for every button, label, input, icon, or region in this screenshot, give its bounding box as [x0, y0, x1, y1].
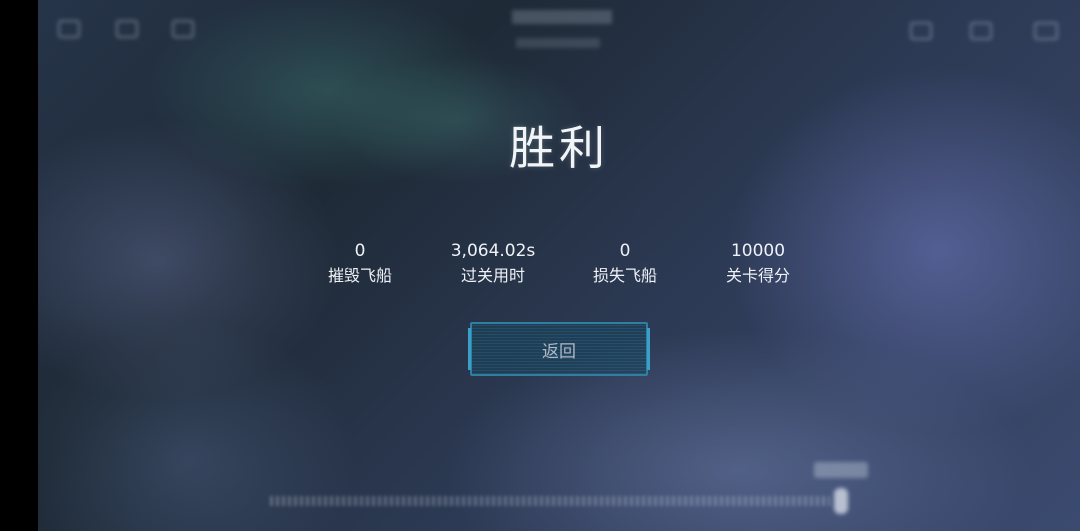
game-screen: 胜利 0 摧毁飞船 3,064.02s 过关用时 0 损失飞船 10000 关卡… [0, 0, 1080, 531]
hud-resource-icon [910, 22, 932, 40]
stat-ships-lost: 0 损失飞船 [555, 240, 695, 290]
stat-clear-time: 3,064.02s 过关用时 [423, 240, 563, 290]
hud-menu-icon [58, 20, 80, 38]
hud-speed-icon [172, 20, 194, 38]
hud-pause-icon [116, 20, 138, 38]
hud-settings-icon [970, 22, 992, 40]
slider-knob[interactable] [834, 488, 848, 514]
victory-title: 胜利 [509, 121, 609, 175]
stat-value: 10000 [730, 241, 786, 261]
hud-level-subtitle [516, 38, 600, 48]
stat-label: 摧毁飞船 [327, 266, 392, 285]
hud-chat-icon [1034, 22, 1058, 40]
stat-ships-destroyed: 0 摧毁飞船 [290, 240, 430, 290]
stat-label: 关卡得分 [725, 266, 790, 285]
stat-label: 损失飞船 [592, 266, 657, 285]
stat-value: 0 [619, 241, 631, 261]
left-black-bar [0, 0, 38, 531]
stat-label: 过关用时 [460, 266, 525, 285]
timeline-slider[interactable] [270, 496, 830, 506]
slider-tag [814, 462, 868, 478]
stat-level-score: 10000 关卡得分 [688, 240, 828, 290]
stat-value: 3,064.02s [450, 241, 536, 261]
hud-level-indicator [512, 10, 612, 24]
return-button[interactable]: 返回 [468, 322, 650, 376]
stat-value: 0 [354, 241, 366, 261]
